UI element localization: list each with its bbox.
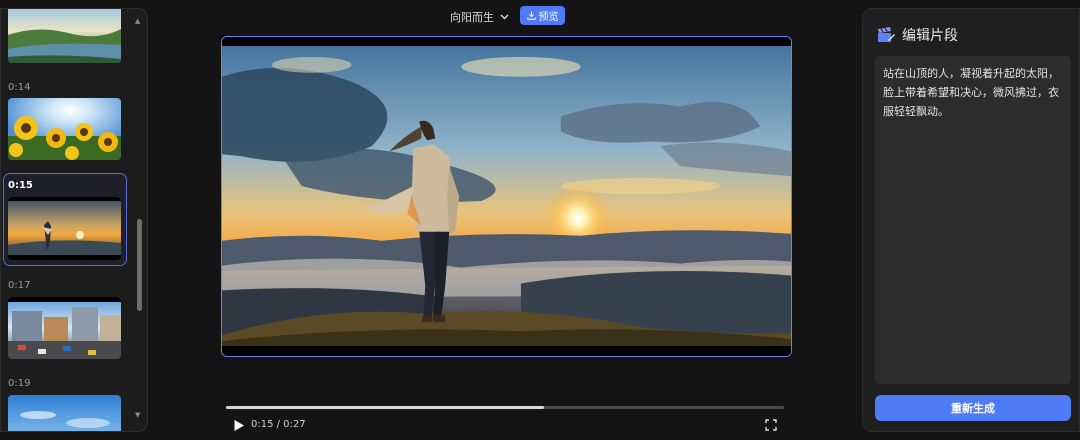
clip-thumbnail-mountain-sunrise[interactable] [8, 197, 121, 260]
video-progress-fill [226, 406, 545, 409]
video-player[interactable] [221, 36, 792, 357]
video-progress-bar[interactable] [226, 406, 784, 409]
video-frame-image [222, 37, 791, 356]
voice-select-label: 向阳而生 [450, 11, 494, 24]
clip-time-label: 0:14 [8, 82, 31, 93]
segment-text-editor[interactable]: 站在山顶的人，凝视着升起的太阳，脸上带着希望和决心，微风拂过，衣服轻轻飘动。 [875, 56, 1071, 384]
edit-segment-panel: 编辑片段 站在山顶的人，凝视着升起的太阳，脸上带着希望和决心，微风拂过，衣服轻轻… [862, 8, 1080, 432]
panel-title: 编辑片段 [902, 28, 958, 44]
preview-button[interactable]: 预览 [520, 6, 565, 25]
clip-time-label: 0:17 [8, 280, 31, 291]
playback-time: 0:15 / 0:27 [251, 419, 306, 430]
clip-time-label-active: 0:15 [8, 180, 33, 191]
preview-button-label: 预览 [538, 12, 559, 23]
clip-list-scrollbar[interactable] [137, 219, 142, 311]
scroll-down-arrow-icon[interactable]: ▼ [135, 411, 140, 419]
clip-thumbnail-city[interactable] [8, 297, 121, 359]
clip-thumbnail-sunflowers[interactable] [8, 98, 121, 160]
regenerate-button[interactable]: 重新生成 [875, 395, 1071, 421]
scroll-up-arrow-icon[interactable]: ▲ [135, 17, 140, 25]
panel-header: 编辑片段 [877, 25, 958, 45]
fullscreen-icon[interactable] [765, 419, 777, 431]
download-icon [526, 11, 536, 20]
clapperboard-edit-icon [878, 27, 895, 42]
chevron-down-icon [500, 14, 509, 20]
play-icon[interactable] [233, 419, 245, 432]
voice-select-dropdown[interactable]: 向阳而生 [450, 9, 509, 25]
clip-time-label: 0:19 [8, 378, 31, 389]
clip-thumbnail-river[interactable] [8, 9, 121, 63]
clip-list-panel: 0:14 0:15 0:17 0:19 ▲ ▼ [0, 8, 148, 432]
clip-thumbnail-sky[interactable] [8, 395, 121, 431]
